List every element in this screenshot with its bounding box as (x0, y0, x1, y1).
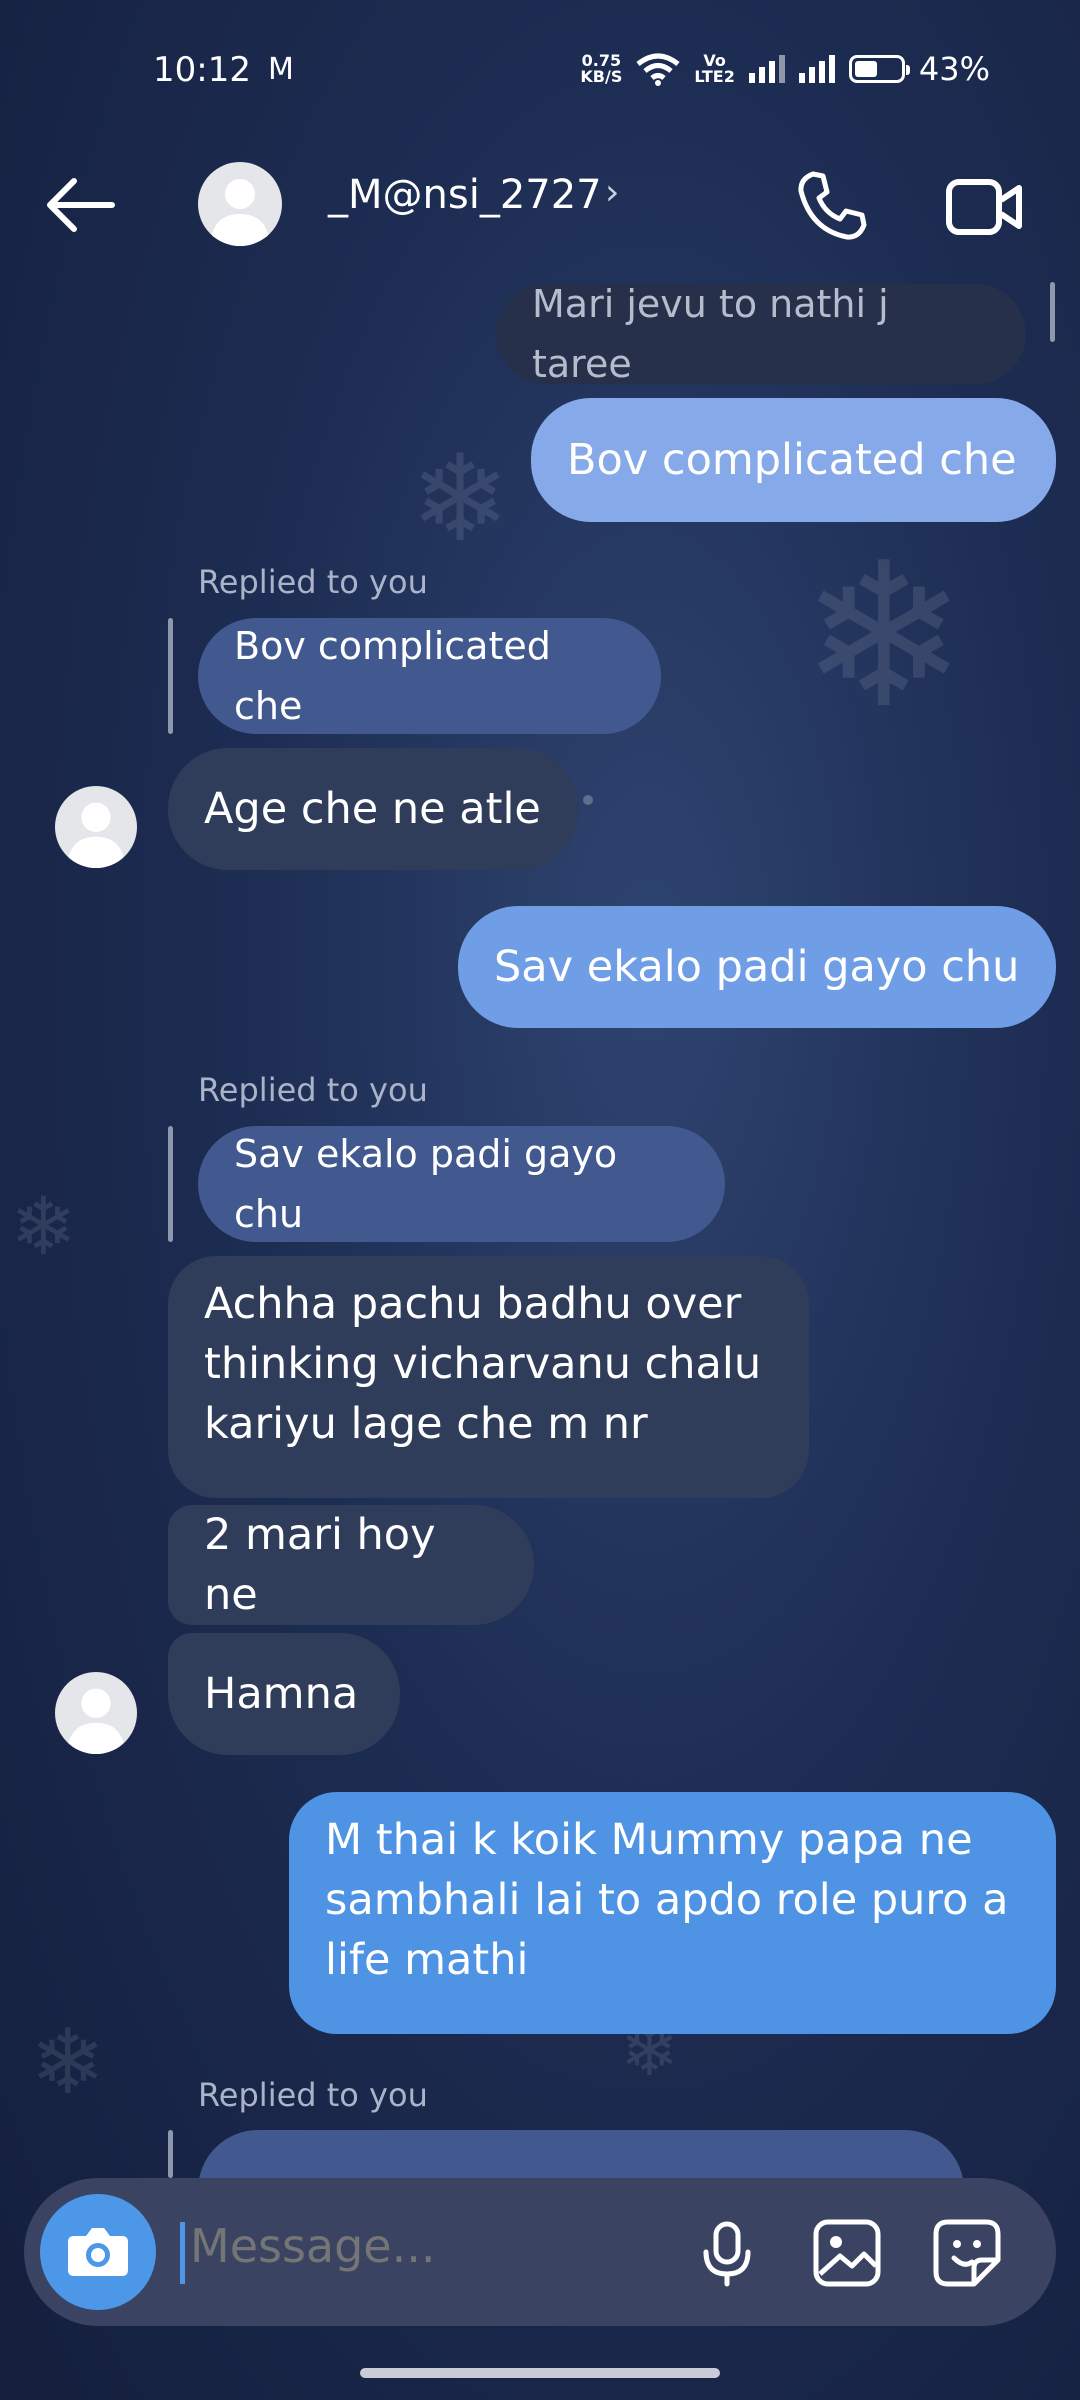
snowflake-decoration: ❄ (410, 430, 511, 569)
camera-button[interactable] (40, 2194, 156, 2310)
message-text-line: thinking vicharvanu chalu (204, 1339, 762, 1389)
camera-icon (68, 2228, 128, 2276)
outgoing-message[interactable]: M thai k koik Mummy papa ne sambhali lai… (289, 1792, 1056, 2034)
outgoing-message[interactable]: Bov complicated che (531, 398, 1056, 522)
outgoing-message[interactable]: Sav ekalo padi gayo chu (458, 906, 1056, 1028)
arrow-left-icon[interactable] (40, 170, 120, 240)
signal-icon (748, 55, 785, 83)
message-composer (24, 2178, 1056, 2326)
text-cursor (180, 2222, 185, 2284)
message-text: Bov complicated che (567, 435, 1017, 485)
status-time: 10:12 (153, 50, 251, 90)
battery-percent: 43% (918, 50, 990, 88)
message-text-line: sambhali lai to apdo role puro a (325, 1875, 1009, 1925)
message-text: Mari jevu to nathi j taree (532, 282, 889, 386)
signal-icon (798, 55, 835, 83)
outgoing-message[interactable]: Mari jevu to nathi j taree (496, 282, 1026, 386)
contact-avatar[interactable] (198, 162, 282, 246)
phone-icon[interactable] (795, 168, 870, 243)
reply-line (168, 618, 173, 734)
incoming-message[interactable]: Hamna (168, 1633, 400, 1755)
incoming-message[interactable]: Achha pachu badhu over thinking vicharva… (168, 1256, 809, 1498)
image-icon[interactable] (810, 2216, 884, 2290)
scrollbar[interactable] (1050, 282, 1055, 342)
network-speed: 0.75 KB/S (580, 51, 623, 86)
snowflake-decoration: ❄ (30, 2010, 106, 2115)
reply-quote-text: Bov complicated che (234, 624, 551, 728)
replied-label: Replied to you (198, 1071, 428, 1109)
message-text-line: Achha pachu badhu over (204, 1279, 742, 1329)
microphone-icon[interactable] (690, 2216, 764, 2290)
incoming-message[interactable]: Age che ne atle (168, 748, 578, 870)
video-camera-icon[interactable] (945, 172, 1025, 242)
message-text: Hamna (204, 1669, 359, 1719)
message-text-line: life mathi (325, 1935, 529, 1985)
reply-quote[interactable]: Bov complicated che (198, 618, 661, 734)
message-input[interactable] (188, 2218, 662, 2274)
battery-icon (848, 55, 910, 83)
contact-avatar[interactable] (55, 1672, 137, 1754)
gmail-icon: M (268, 52, 294, 87)
volte-icon: Vo LTE2 (694, 51, 735, 86)
person-icon (66, 802, 126, 868)
message-text-line: kariyu lage che m nr (204, 1399, 648, 1449)
reply-line (168, 1126, 173, 1242)
contact-avatar[interactable] (55, 786, 137, 868)
reply-quote-text: Sav ekalo padi gayo chu (234, 1132, 618, 1236)
wifi-icon (636, 53, 680, 86)
chat-header: _M@nsi_2727 › (0, 150, 1080, 260)
contact-username[interactable]: _M@nsi_2727 (328, 172, 602, 218)
message-text: 2 mari hoy ne (204, 1510, 436, 1620)
snow-dot (583, 795, 593, 805)
snowflake-decoration: ❄ (10, 1180, 78, 1273)
chevron-right-icon[interactable]: › (605, 172, 619, 213)
status-bar: 10:12 M 0.75 KB/S Vo LTE2 43% (0, 0, 1080, 150)
reply-quote[interactable]: Sav ekalo padi gayo chu (198, 1126, 725, 1242)
message-text: Age che ne atle (204, 784, 541, 834)
message-text: Sav ekalo padi gayo chu (494, 942, 1020, 992)
replied-label: Replied to you (198, 563, 428, 601)
replied-label: Replied to you (198, 2076, 428, 2114)
incoming-message[interactable]: 2 mari hoy ne (168, 1505, 534, 1625)
reply-line (168, 2130, 173, 2178)
sticker-icon[interactable] (930, 2216, 1004, 2290)
person-icon (210, 179, 270, 246)
person-icon (66, 1688, 126, 1754)
home-indicator[interactable] (360, 2368, 720, 2378)
message-text-line: M thai k koik Mummy papa ne (325, 1815, 973, 1865)
snowflake-decoration: ❄ (800, 520, 968, 753)
